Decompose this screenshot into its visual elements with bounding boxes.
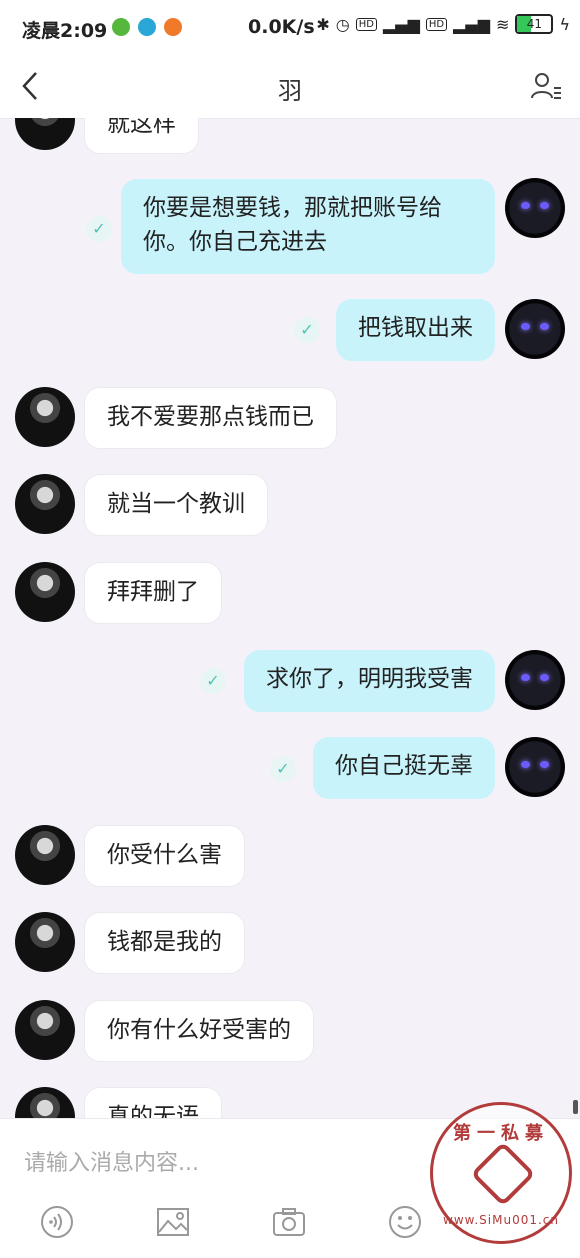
contact-avatar[interactable] bbox=[15, 1087, 75, 1118]
signal-4g-icon: ▂▄▆ bbox=[453, 14, 491, 34]
contact-avatar[interactable] bbox=[15, 1000, 75, 1060]
message-bubble-outgoing[interactable]: 你自己挺无辜 bbox=[313, 737, 495, 799]
chat-title: 羽 bbox=[278, 77, 302, 105]
mi-icon bbox=[164, 18, 182, 36]
message-bubble-incoming[interactable]: 我不爱要那点钱而已 bbox=[84, 387, 337, 449]
read-check-icon: ✓ bbox=[86, 216, 112, 242]
read-check-icon: ✓ bbox=[270, 756, 296, 782]
message-list[interactable]: 就这样 ✓ 你要是想要钱，那就把账号给你。你自己充进去 ✓ 把钱取出来 我不爱要… bbox=[0, 118, 580, 1118]
emoji-icon[interactable] bbox=[388, 1205, 422, 1239]
message-bubble-outgoing[interactable]: 把钱取出来 bbox=[336, 299, 495, 361]
camera-icon[interactable] bbox=[272, 1205, 306, 1239]
alarm-icon: ◷ bbox=[335, 14, 350, 34]
status-time: 凌晨2:09 bbox=[22, 20, 108, 42]
profile-icon[interactable] bbox=[530, 70, 562, 102]
scrollbar[interactable] bbox=[573, 1100, 578, 1114]
wifi-icon: ≋ bbox=[496, 14, 510, 34]
bluetooth-icon: ✱ bbox=[316, 14, 330, 34]
message-bubble-incoming[interactable]: 拜拜删了 bbox=[84, 562, 222, 624]
contact-avatar[interactable] bbox=[15, 118, 75, 150]
watermark-logo bbox=[470, 1141, 536, 1207]
message-bubble-incoming[interactable]: 你受什么害 bbox=[84, 825, 245, 887]
message-bubble-incoming[interactable]: 你有什么好受害的 bbox=[84, 1000, 314, 1062]
charging-icon: ϟ bbox=[559, 14, 570, 34]
read-check-icon: ✓ bbox=[200, 668, 226, 694]
message-input[interactable]: 请输入消息内容... bbox=[24, 1145, 199, 1177]
contact-avatar[interactable] bbox=[15, 912, 75, 972]
message-bubble-outgoing[interactable]: 求你了，明明我受害 bbox=[244, 650, 495, 712]
wechat-icon bbox=[112, 18, 130, 36]
watermark-url: www.SiMu001.cn bbox=[443, 1213, 559, 1227]
network-speed: 0.0K/s bbox=[248, 16, 315, 38]
watermark-stamp: 第一私募 www.SiMu001.cn bbox=[430, 1102, 572, 1244]
status-bar: 凌晨2:09 0.0K/s ✱ ◷ HD ▂▄▆ HD ▂▄▆ ≋ 41 ϟ bbox=[0, 0, 580, 56]
image-icon[interactable] bbox=[156, 1205, 190, 1239]
my-avatar[interactable] bbox=[505, 299, 565, 359]
my-avatar[interactable] bbox=[505, 178, 565, 238]
contact-avatar[interactable] bbox=[15, 562, 75, 622]
hd-icon: HD bbox=[425, 17, 448, 31]
contact-avatar[interactable] bbox=[15, 825, 75, 885]
app-notify-icon bbox=[138, 18, 156, 36]
message-bubble-incoming[interactable]: 就当一个教训 bbox=[84, 474, 268, 536]
message-bubble-incoming[interactable]: 就这样 bbox=[84, 118, 199, 154]
message-bubble-outgoing[interactable]: 你要是想要钱，那就把账号给你。你自己充进去 bbox=[121, 179, 495, 274]
contact-avatar[interactable] bbox=[15, 474, 75, 534]
my-avatar[interactable] bbox=[505, 650, 565, 710]
contact-avatar[interactable] bbox=[15, 387, 75, 447]
hd-icon: HD bbox=[355, 17, 377, 31]
signal-4g-icon: ▂▄▆ bbox=[382, 14, 420, 34]
message-bubble-incoming[interactable]: 真的无语 bbox=[84, 1087, 222, 1118]
my-avatar[interactable] bbox=[505, 737, 565, 797]
voice-icon[interactable] bbox=[40, 1205, 74, 1239]
battery-icon: 41 bbox=[515, 14, 554, 34]
chat-header: 羽 bbox=[0, 56, 580, 119]
message-bubble-incoming[interactable]: 钱都是我的 bbox=[84, 912, 245, 974]
read-check-icon: ✓ bbox=[294, 317, 320, 343]
watermark-top-text: 第一私募 bbox=[453, 1123, 549, 1144]
